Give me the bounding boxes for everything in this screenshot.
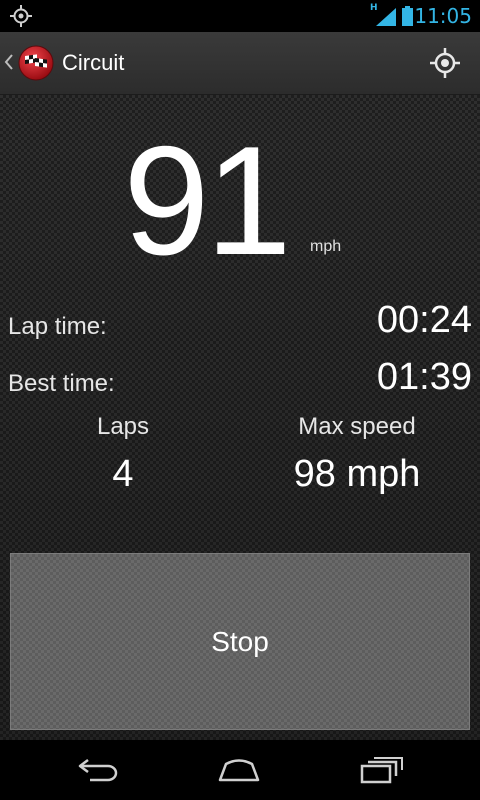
best-time-label: Best time:: [8, 370, 115, 397]
gps-icon: [10, 5, 32, 27]
speed-value: 91: [123, 114, 291, 287]
stop-button[interactable]: Stop: [10, 553, 470, 730]
stop-button-label: Stop: [211, 625, 269, 657]
status-bar: H 11:05: [0, 0, 480, 32]
status-time: 11:05: [414, 4, 472, 28]
recents-icon[interactable]: [358, 754, 404, 786]
lap-time-label: Lap time:: [8, 313, 107, 340]
best-time-value: 01:39: [376, 356, 472, 398]
home-icon[interactable]: [216, 754, 262, 786]
max-speed-value: 98 mph: [293, 453, 421, 495]
up-caret-icon[interactable]: [4, 52, 14, 72]
back-icon[interactable]: [76, 754, 122, 786]
content-area: 91 mph Lap time: 00:24 Best time: 01:39 …: [0, 95, 480, 740]
checkered-flag-icon[interactable]: [18, 45, 54, 81]
laps-value: 4: [112, 453, 134, 495]
battery-icon: [402, 6, 413, 26]
navigation-bar: [0, 740, 480, 800]
action-bar: Circuit: [0, 32, 480, 95]
signal-icon: [376, 8, 396, 26]
lap-time-value: 00:24: [376, 299, 472, 341]
max-speed-label: Max speed: [298, 413, 416, 440]
locate-icon[interactable]: [428, 46, 462, 80]
screen: H 11:05 Circuit 91 mph Lap time: 00:24 B…: [0, 0, 480, 800]
speed-unit: mph: [310, 238, 342, 255]
laps-label: Laps: [96, 413, 150, 440]
page-title: Circuit: [62, 50, 125, 75]
